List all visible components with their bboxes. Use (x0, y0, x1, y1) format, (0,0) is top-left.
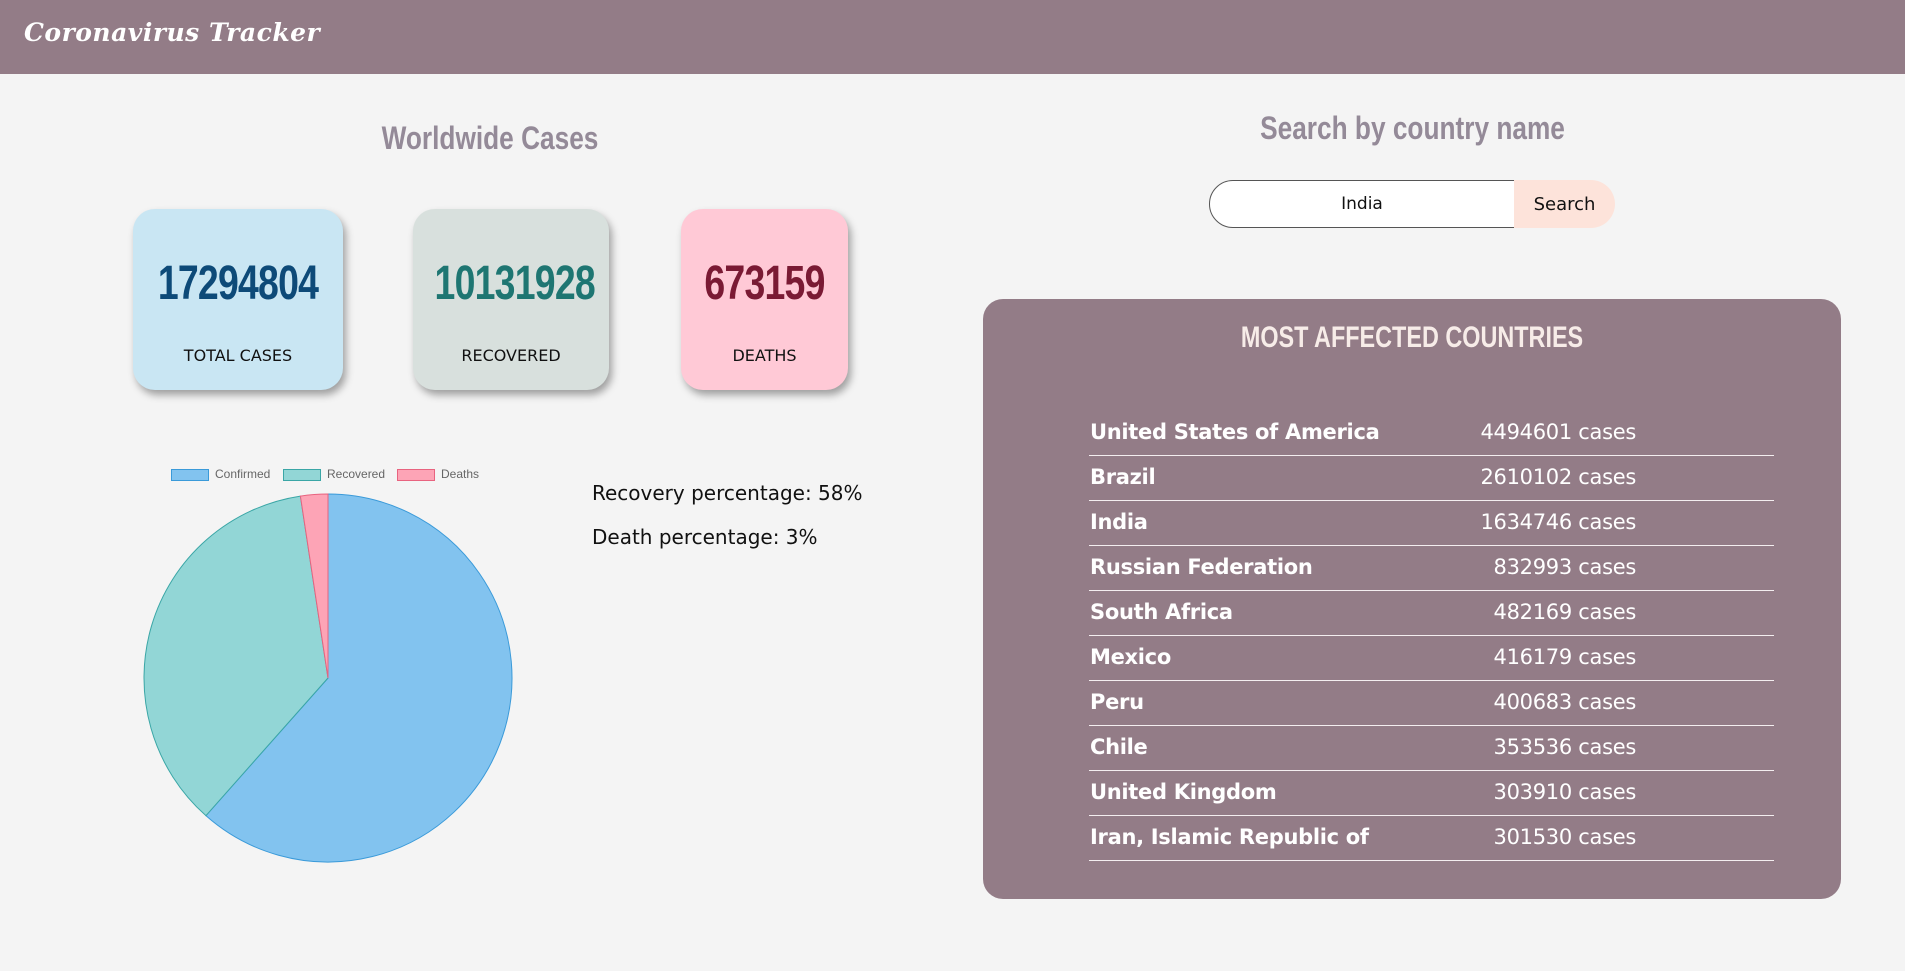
country-row: Peru 400683 cases (1089, 680, 1774, 726)
country-row: Iran, Islamic Republic of 301530 cases (1089, 815, 1774, 861)
country-name: Brazil (1090, 465, 1156, 489)
legend-swatch-deaths (397, 468, 435, 481)
legend-label-deaths: Deaths (441, 467, 480, 481)
legend-label-confirmed: Confirmed (215, 467, 271, 481)
country-row: Brazil 2610102 cases (1089, 455, 1774, 501)
country-row: United States of America 4494601 cases (1089, 410, 1774, 456)
country-name: Russian Federation (1090, 555, 1313, 579)
recovered-value: 10131928 (434, 257, 596, 310)
country-cases: 416179 cases (1493, 645, 1637, 669)
country-search-input[interactable] (1209, 180, 1515, 228)
country-name: Peru (1090, 690, 1144, 714)
country-row: India 1634746 cases (1089, 500, 1774, 546)
country-cases: 832993 cases (1493, 555, 1637, 579)
deaths-label: DEATHS (732, 346, 797, 365)
cases-pie-chart (143, 493, 513, 863)
recovered-label: RECOVERED (461, 346, 561, 365)
legend-item-recovered[interactable]: Recovered (283, 467, 385, 481)
country-cases: 400683 cases (1493, 690, 1637, 714)
total-cases-card: 17294804 TOTAL CASES (133, 209, 343, 390)
country-row: South Africa 482169 cases (1089, 590, 1774, 636)
country-name: India (1090, 510, 1148, 534)
legend-label-recovered: Recovered (327, 467, 386, 481)
country-name: United Kingdom (1090, 780, 1277, 804)
country-cases: 303910 cases (1493, 780, 1637, 804)
country-name: Iran, Islamic Republic of (1090, 825, 1369, 849)
country-cases: 482169 cases (1493, 600, 1637, 624)
country-name: Mexico (1090, 645, 1171, 669)
country-cases: 301530 cases (1493, 825, 1637, 849)
country-cases: 2610102 cases (1480, 465, 1636, 489)
search-button[interactable]: Search (1514, 180, 1615, 228)
app-title[interactable]: Coronavirus Tracker (24, 18, 320, 47)
most-affected-title: MOST AFFECTED COUNTRIES (1240, 321, 1584, 354)
total-cases-value: 17294804 (157, 257, 319, 310)
country-row: Russian Federation 832993 cases (1089, 545, 1774, 591)
country-name: United States of America (1090, 420, 1380, 444)
country-cases: 4494601 cases (1480, 420, 1636, 444)
total-cases-label: TOTAL CASES (183, 346, 293, 365)
legend-item-deaths[interactable]: Deaths (397, 467, 479, 481)
navbar: Coronavirus Tracker (0, 0, 1905, 74)
country-cases: 1634746 cases (1480, 510, 1636, 534)
deaths-card: 673159 DEATHS (681, 209, 848, 390)
legend-swatch-confirmed (171, 468, 209, 481)
recovery-percentage: Recovery percentage: 58% (592, 481, 863, 505)
worldwide-title: Worldwide Cases (381, 120, 599, 156)
country-name: Chile (1090, 735, 1148, 759)
recovered-card: 10131928 RECOVERED (413, 209, 609, 390)
country-cases: 353536 cases (1493, 735, 1637, 759)
country-row: Mexico 416179 cases (1089, 635, 1774, 681)
most-affected-panel: MOST AFFECTED COUNTRIES United States of… (983, 299, 1841, 899)
search-title: Search by country name (1260, 110, 1565, 146)
legend-swatch-recovered (283, 468, 321, 481)
country-row: Chile 353536 cases (1089, 725, 1774, 771)
country-row: United Kingdom 303910 cases (1089, 770, 1774, 816)
country-name: South Africa (1090, 600, 1233, 624)
deaths-value: 673159 (704, 257, 825, 310)
legend-item-confirmed[interactable]: Confirmed (171, 467, 270, 481)
death-percentage: Death percentage: 3% (592, 525, 818, 549)
